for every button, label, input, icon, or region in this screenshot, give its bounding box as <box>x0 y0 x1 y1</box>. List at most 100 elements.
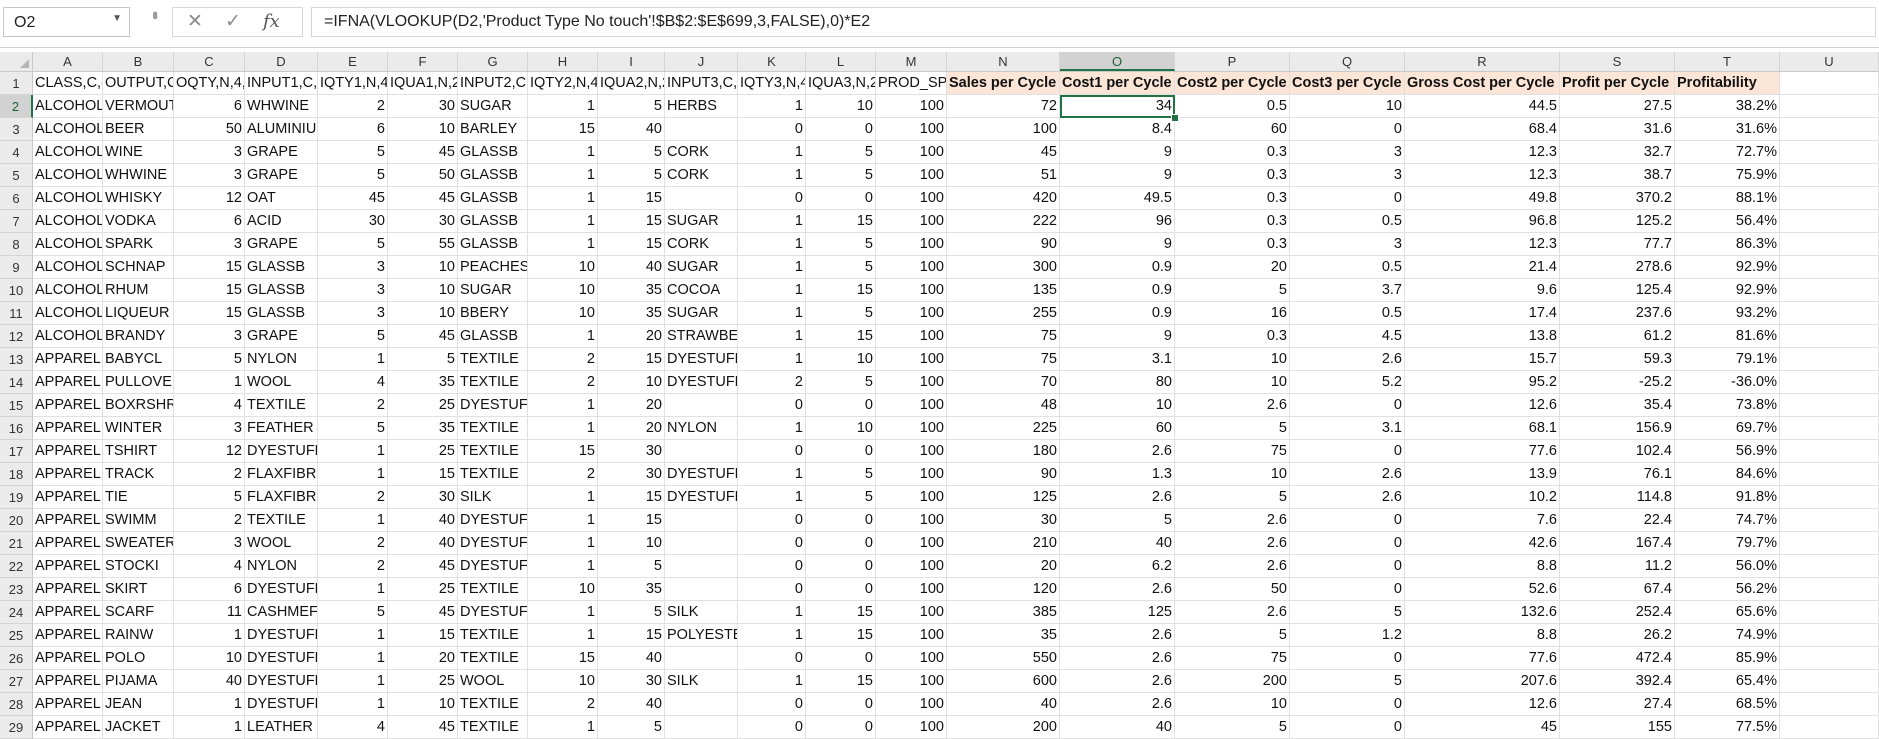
cell-c23[interactable]: 6 <box>174 578 245 601</box>
cell-q11[interactable]: 0.5 <box>1290 302 1405 325</box>
cell-l1[interactable]: IQUA3,N,2 <box>806 72 876 95</box>
cell-p20[interactable]: 2.6 <box>1175 509 1290 532</box>
cell-n19[interactable]: 125 <box>947 486 1060 509</box>
cell-r26[interactable]: 77.6 <box>1405 647 1560 670</box>
cell-s13[interactable]: 59.3 <box>1560 348 1675 371</box>
cell-n21[interactable]: 210 <box>947 532 1060 555</box>
cell-p1[interactable]: Cost2 per Cycle <box>1175 72 1290 95</box>
cell-b15[interactable]: BOXRSHR <box>103 394 174 417</box>
cell-j18[interactable]: DYESTUFF <box>665 463 738 486</box>
cell-a27[interactable]: APPAREL <box>33 670 103 693</box>
cell-t26[interactable]: 85.9% <box>1675 647 1780 670</box>
cell-n9[interactable]: 300 <box>947 256 1060 279</box>
cell-h16[interactable]: 1 <box>528 417 598 440</box>
cell-n16[interactable]: 225 <box>947 417 1060 440</box>
cell-e4[interactable]: 5 <box>318 141 388 164</box>
cell-f24[interactable]: 45 <box>388 601 458 624</box>
row-header[interactable]: 13 <box>0 348 33 371</box>
cell-a12[interactable]: ALCOHOL <box>33 325 103 348</box>
cell-p13[interactable]: 10 <box>1175 348 1290 371</box>
cell-u6[interactable] <box>1780 187 1879 210</box>
cell-d26[interactable]: DYESTUFF <box>245 647 318 670</box>
cell-d21[interactable]: WOOL <box>245 532 318 555</box>
cell-b29[interactable]: JACKET <box>103 716 174 739</box>
cell-k7[interactable]: 1 <box>738 210 806 233</box>
cell-m15[interactable]: 100 <box>876 394 947 417</box>
cell-c17[interactable]: 12 <box>174 440 245 463</box>
cell-i14[interactable]: 10 <box>598 371 665 394</box>
cell-k9[interactable]: 1 <box>738 256 806 279</box>
row-header[interactable]: 14 <box>0 371 33 394</box>
cell-r16[interactable]: 68.1 <box>1405 417 1560 440</box>
cell-j24[interactable]: SILK <box>665 601 738 624</box>
column-header-o[interactable]: O <box>1060 52 1175 71</box>
cell-b18[interactable]: TRACK <box>103 463 174 486</box>
chevron-down-icon[interactable]: ▼ <box>112 13 122 24</box>
cell-j4[interactable]: CORK <box>665 141 738 164</box>
cell-n25[interactable]: 35 <box>947 624 1060 647</box>
cell-d24[interactable]: CASHMEF <box>245 601 318 624</box>
cell-l23[interactable]: 0 <box>806 578 876 601</box>
cell-p19[interactable]: 5 <box>1175 486 1290 509</box>
cell-j12[interactable]: STRAWBE <box>665 325 738 348</box>
cell-u9[interactable] <box>1780 256 1879 279</box>
cell-l10[interactable]: 15 <box>806 279 876 302</box>
cell-q27[interactable]: 5 <box>1290 670 1405 693</box>
column-header-g[interactable]: G <box>458 52 528 71</box>
cell-h17[interactable]: 15 <box>528 440 598 463</box>
cell-m1[interactable]: PROD_SPI <box>876 72 947 95</box>
cell-d29[interactable]: LEATHER <box>245 716 318 739</box>
cell-d10[interactable]: GLASSB <box>245 279 318 302</box>
cell-i4[interactable]: 5 <box>598 141 665 164</box>
row-header[interactable]: 2 <box>0 95 33 118</box>
cell-n15[interactable]: 48 <box>947 394 1060 417</box>
column-header-k[interactable]: K <box>738 52 806 71</box>
cell-b20[interactable]: SWIMM <box>103 509 174 532</box>
cell-g19[interactable]: SILK <box>458 486 528 509</box>
cell-h14[interactable]: 2 <box>528 371 598 394</box>
cell-i2[interactable]: 5 <box>598 95 665 118</box>
cell-c12[interactable]: 3 <box>174 325 245 348</box>
cell-u1[interactable] <box>1780 72 1879 95</box>
cell-h4[interactable]: 1 <box>528 141 598 164</box>
cell-o3[interactable]: 8.4 <box>1060 118 1175 141</box>
cell-n20[interactable]: 30 <box>947 509 1060 532</box>
cell-n2[interactable]: 72 <box>947 95 1060 118</box>
cell-l19[interactable]: 5 <box>806 486 876 509</box>
cell-b10[interactable]: RHUM <box>103 279 174 302</box>
cell-f6[interactable]: 45 <box>388 187 458 210</box>
cell-s1[interactable]: Profit per Cycle <box>1560 72 1675 95</box>
cell-j17[interactable] <box>665 440 738 463</box>
cell-d17[interactable]: DYESTUFF <box>245 440 318 463</box>
cell-a28[interactable]: APPAREL <box>33 693 103 716</box>
cell-i28[interactable]: 40 <box>598 693 665 716</box>
cell-c1[interactable]: OQTY,N,4, <box>174 72 245 95</box>
cell-e3[interactable]: 6 <box>318 118 388 141</box>
cell-l29[interactable]: 0 <box>806 716 876 739</box>
cell-m16[interactable]: 100 <box>876 417 947 440</box>
cell-f28[interactable]: 10 <box>388 693 458 716</box>
cell-d25[interactable]: DYESTUFF <box>245 624 318 647</box>
cell-u25[interactable] <box>1780 624 1879 647</box>
cell-c27[interactable]: 40 <box>174 670 245 693</box>
cell-e7[interactable]: 30 <box>318 210 388 233</box>
cell-q17[interactable]: 0 <box>1290 440 1405 463</box>
cell-k20[interactable]: 0 <box>738 509 806 532</box>
cell-a25[interactable]: APPAREL <box>33 624 103 647</box>
cell-c25[interactable]: 1 <box>174 624 245 647</box>
cell-d12[interactable]: GRAPE <box>245 325 318 348</box>
cell-a18[interactable]: APPAREL <box>33 463 103 486</box>
row-header[interactable]: 18 <box>0 463 33 486</box>
cell-c28[interactable]: 1 <box>174 693 245 716</box>
row-header[interactable]: 16 <box>0 417 33 440</box>
cell-d20[interactable]: TEXTILE <box>245 509 318 532</box>
cell-f11[interactable]: 10 <box>388 302 458 325</box>
cell-g17[interactable]: TEXTILE <box>458 440 528 463</box>
cell-p10[interactable]: 5 <box>1175 279 1290 302</box>
cell-s24[interactable]: 252.4 <box>1560 601 1675 624</box>
cell-e28[interactable]: 1 <box>318 693 388 716</box>
cell-m11[interactable]: 100 <box>876 302 947 325</box>
cell-c16[interactable]: 3 <box>174 417 245 440</box>
cell-u27[interactable] <box>1780 670 1879 693</box>
cell-g28[interactable]: TEXTILE <box>458 693 528 716</box>
